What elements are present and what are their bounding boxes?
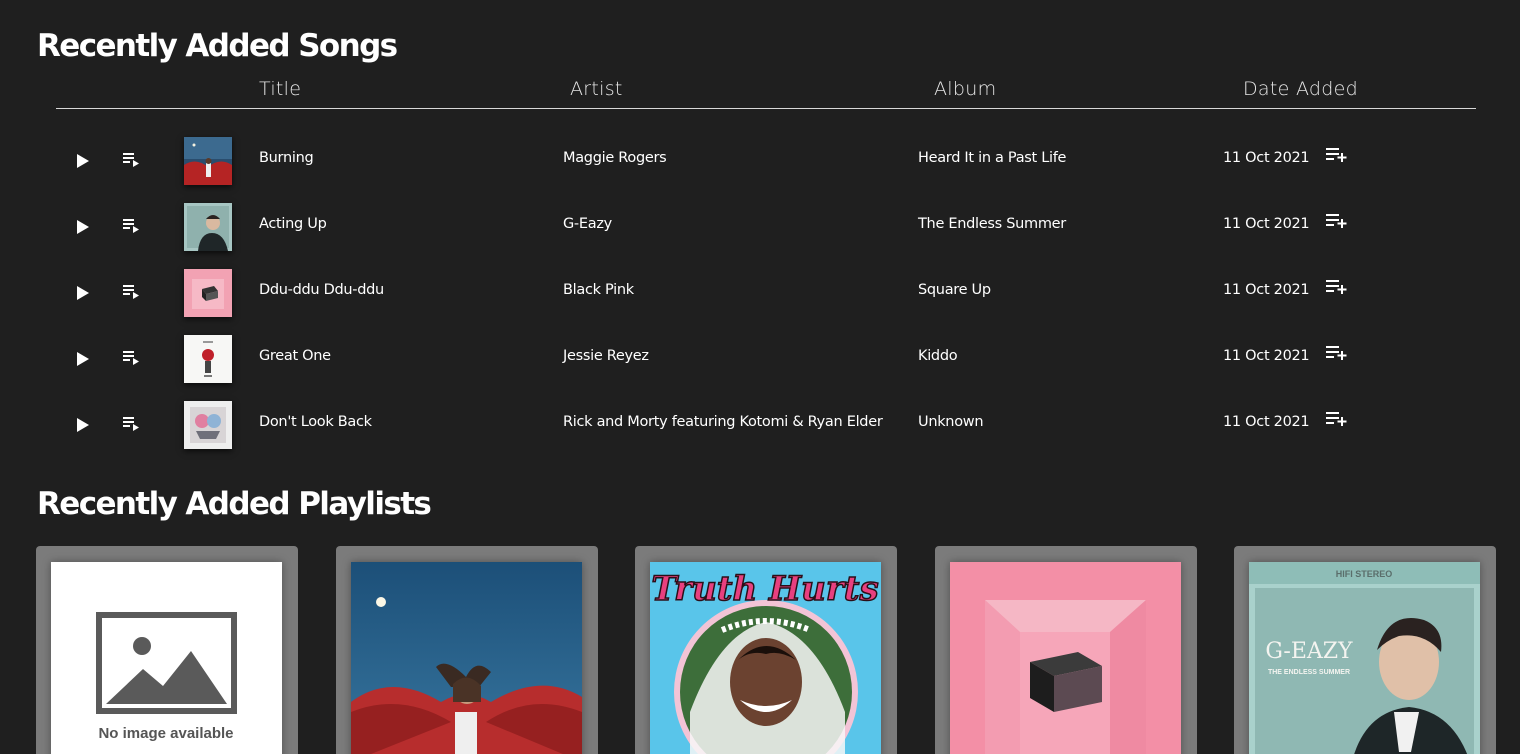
song-title[interactable]: Great One	[259, 348, 331, 364]
song-album[interactable]: Kiddo	[918, 348, 958, 364]
play-icon[interactable]	[70, 347, 94, 371]
queue-music-icon[interactable]	[120, 148, 142, 170]
queue-music-icon[interactable]	[120, 214, 142, 236]
song-date-added: 11 Oct 2021	[1223, 348, 1310, 364]
heard-it-cover	[184, 137, 232, 185]
playlist-add-icon[interactable]	[1325, 342, 1349, 364]
no-image-placeholder: No image available	[51, 562, 282, 754]
play-icon[interactable]	[70, 413, 94, 437]
endless-summer-cover	[184, 203, 232, 251]
song-album[interactable]: Square Up	[918, 282, 991, 298]
playlist-add-icon[interactable]	[1325, 408, 1349, 430]
queue-music-icon[interactable]	[120, 346, 142, 368]
song-title[interactable]: Ddu-ddu Ddu-ddu	[259, 282, 384, 298]
song-album[interactable]: Unknown	[918, 414, 984, 430]
play-icon[interactable]	[70, 149, 94, 173]
playlists-section-title: Recently Added Playlists	[37, 486, 432, 522]
song-date-added: 11 Oct 2021	[1223, 150, 1310, 166]
song-date-added: 11 Oct 2021	[1223, 216, 1310, 232]
song-row[interactable]: Ddu-ddu Ddu-ddu Black Pink Square Up 11 …	[0, 258, 1520, 324]
playlist-add-icon[interactable]	[1325, 210, 1349, 232]
column-header-title[interactable]: Title	[259, 78, 301, 100]
g-eazy-cover: HIFI STEREO G-EAZY THE ENDLESS SUMMER	[1249, 562, 1480, 754]
song-row[interactable]: Don't Look Back Rick and Morty featuring…	[0, 390, 1520, 456]
play-icon[interactable]	[70, 215, 94, 239]
song-artist[interactable]: Jessie Reyez	[563, 348, 649, 364]
song-row[interactable]: Great One Jessie Reyez Kiddo 11 Oct 2021	[0, 324, 1520, 390]
song-row[interactable]: Acting Up G-Eazy The Endless Summer 11 O…	[0, 192, 1520, 258]
square-up-cover	[950, 562, 1181, 754]
g-eazy-cover-title: G-EAZY	[1265, 639, 1353, 664]
song-date-added: 11 Oct 2021	[1223, 282, 1310, 298]
song-title[interactable]: Burning	[259, 150, 314, 166]
truth-hurts-cover-title: Truth Hurts	[651, 569, 878, 609]
queue-music-icon[interactable]	[120, 280, 142, 302]
song-artist[interactable]: Rick and Morty featuring Kotomi & Ryan E…	[563, 414, 883, 430]
play-icon[interactable]	[70, 281, 94, 305]
queue-music-icon[interactable]	[120, 412, 142, 434]
song-album[interactable]: Heard It in a Past Life	[918, 150, 1066, 166]
column-header-date-added[interactable]: Date Added	[1243, 78, 1358, 100]
rick-morty-cover	[184, 401, 232, 449]
g-eazy-cover-top-text: HIFI STEREO	[1336, 569, 1393, 579]
song-album[interactable]: The Endless Summer	[918, 216, 1066, 232]
song-artist[interactable]: Maggie Rogers	[563, 150, 667, 166]
no-image-text: No image available	[98, 725, 233, 742]
playlist-add-icon[interactable]	[1325, 144, 1349, 166]
playlist-card[interactable]	[336, 546, 598, 754]
songs-section-title: Recently Added Songs	[37, 28, 398, 64]
column-header-artist[interactable]: Artist	[570, 78, 623, 100]
playlist-card[interactable]: Truth Hurts	[635, 546, 897, 754]
playlist-add-icon[interactable]	[1325, 276, 1349, 298]
song-title[interactable]: Acting Up	[259, 216, 327, 232]
songs-table-header: Title Artist Album Date Added	[56, 76, 1476, 109]
column-header-album[interactable]: Album	[934, 78, 996, 100]
maggie-rogers-cover	[351, 562, 582, 754]
song-row[interactable]: Burning Maggie Rogers Heard It in a Past…	[0, 126, 1520, 192]
song-date-added: 11 Oct 2021	[1223, 414, 1310, 430]
kiddo-cover	[184, 335, 232, 383]
playlist-card[interactable]: No image available	[36, 546, 298, 754]
square-up-cover	[184, 269, 232, 317]
song-artist[interactable]: Black Pink	[563, 282, 634, 298]
song-artist[interactable]: G-Eazy	[563, 216, 612, 232]
playlist-card[interactable]	[935, 546, 1197, 754]
g-eazy-cover-subtitle: THE ENDLESS SUMMER	[1268, 669, 1350, 676]
song-title[interactable]: Don't Look Back	[259, 414, 372, 430]
playlist-card[interactable]: HIFI STEREO G-EAZY THE ENDLESS SUMMER	[1234, 546, 1496, 754]
truth-hurts-cover: Truth Hurts	[650, 562, 881, 754]
